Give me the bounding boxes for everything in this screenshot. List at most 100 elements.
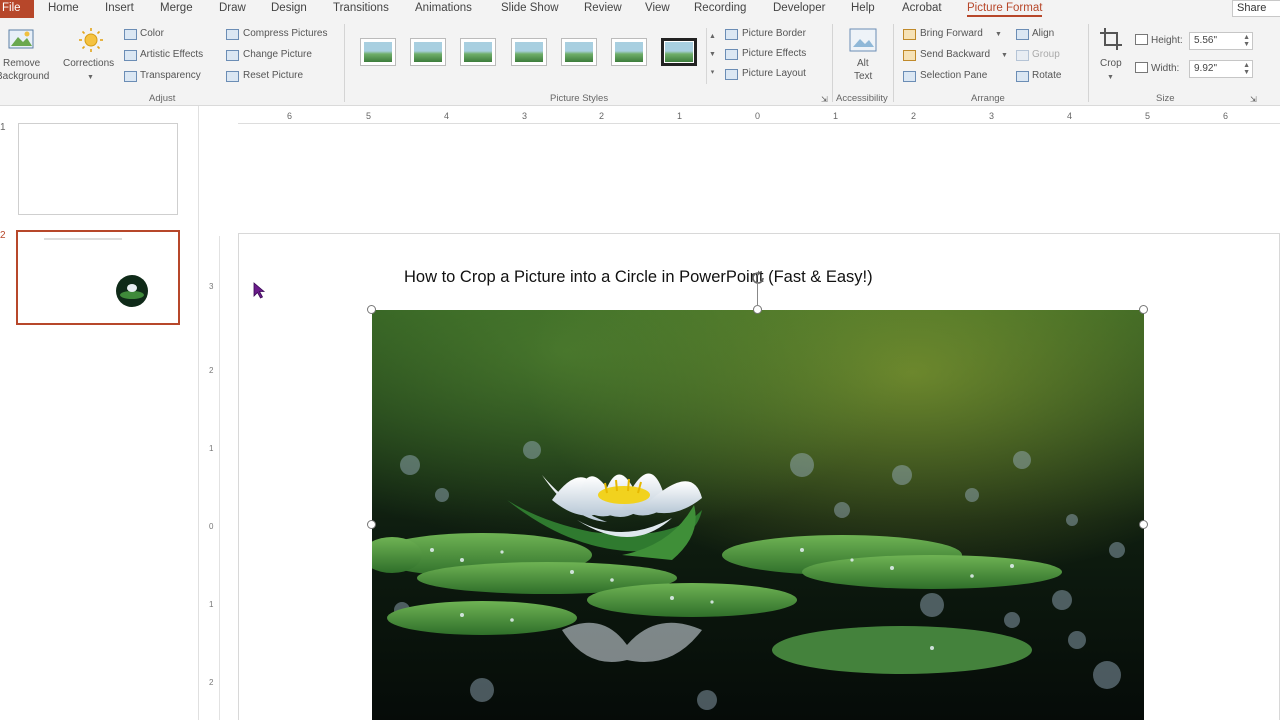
- crop-caret-icon[interactable]: ▼: [1107, 71, 1114, 84]
- crop-icon[interactable]: [1099, 27, 1123, 51]
- compress-pictures-button[interactable]: Compress Pictures: [243, 28, 327, 40]
- send-backward-icon[interactable]: [903, 50, 916, 61]
- compress-pictures-icon[interactable]: [226, 29, 239, 40]
- width-value[interactable]: 9.92": [1194, 63, 1217, 74]
- rotate-icon[interactable]: [1016, 71, 1029, 82]
- corrections-label[interactable]: Corrections: [63, 58, 114, 70]
- rotate-handle-icon[interactable]: [750, 270, 766, 286]
- picture-style-6[interactable]: [611, 38, 647, 66]
- picture-style-7[interactable]: [661, 38, 697, 66]
- tab-picture-format[interactable]: Picture Format: [967, 0, 1043, 18]
- change-picture-icon[interactable]: [226, 50, 239, 61]
- rotate-button[interactable]: Rotate: [1032, 70, 1061, 82]
- tab-review[interactable]: Review: [584, 0, 622, 18]
- tab-file[interactable]: File: [0, 0, 34, 18]
- height-field[interactable]: 5.56" ▲ ▼: [1189, 32, 1253, 50]
- share-button[interactable]: Share: [1232, 0, 1280, 17]
- change-picture-button[interactable]: Change Picture: [243, 49, 312, 61]
- picture-style-5[interactable]: [561, 38, 597, 66]
- resize-handle-top-left[interactable]: [367, 305, 376, 314]
- width-field[interactable]: 9.92" ▲ ▼: [1189, 60, 1253, 78]
- resize-handle-top-right[interactable]: [1139, 305, 1148, 314]
- height-value[interactable]: 5.56": [1194, 35, 1217, 46]
- tab-merge[interactable]: Merge: [160, 0, 193, 18]
- tab-recording[interactable]: Recording: [694, 0, 746, 18]
- crop-label[interactable]: Crop: [1100, 58, 1122, 70]
- resize-handle-right[interactable]: [1139, 520, 1148, 529]
- tab-transitions[interactable]: Transitions: [333, 0, 389, 18]
- tab-acrobat[interactable]: Acrobat: [902, 0, 942, 18]
- tab-developer[interactable]: Developer: [773, 0, 825, 18]
- slide-thumbnail-pane: 1 2: [0, 106, 199, 720]
- bring-forward-caret-icon[interactable]: ▼: [995, 28, 1002, 41]
- corrections-sun-icon[interactable]: [78, 27, 104, 53]
- resize-handle-top[interactable]: [753, 305, 762, 314]
- tab-design[interactable]: Design: [271, 0, 307, 18]
- tab-slide-show[interactable]: Slide Show: [501, 0, 559, 18]
- align-icon[interactable]: [1016, 29, 1029, 40]
- ruler-mark: 6: [1223, 111, 1229, 121]
- send-backward-button[interactable]: Send Backward: [920, 49, 990, 61]
- dialog-launcher-icon[interactable]: ⇲: [821, 94, 828, 106]
- bring-forward-button[interactable]: Bring Forward: [920, 28, 983, 40]
- group-separator: [832, 24, 833, 102]
- color-button[interactable]: Color: [140, 28, 164, 40]
- picture-border-button[interactable]: Picture Border: [742, 28, 806, 40]
- gallery-scroll-icon[interactable]: ▲ ▼ ▾: [706, 28, 718, 84]
- picture-border-icon[interactable]: [725, 29, 738, 40]
- mouse-cursor-icon: [253, 282, 266, 299]
- tab-draw[interactable]: Draw: [219, 0, 246, 18]
- tab-view[interactable]: View: [645, 0, 670, 18]
- group-button[interactable]: Group: [1032, 49, 1060, 61]
- alt-text-icon[interactable]: [848, 27, 878, 55]
- thumbnail-circle-picture: [116, 275, 148, 307]
- picture-effects-button[interactable]: Picture Effects: [742, 48, 806, 60]
- picture-layout-button[interactable]: Picture Layout: [742, 68, 806, 80]
- group-icon[interactable]: [1016, 50, 1029, 61]
- artistic-effects-button[interactable]: Artistic Effects: [140, 49, 203, 61]
- ruler-mark: 0: [755, 111, 761, 121]
- vertical-ruler: 3 2 1 0 1 2: [204, 236, 220, 720]
- transparency-icon[interactable]: [124, 71, 137, 82]
- artistic-effects-icon[interactable]: [124, 50, 137, 61]
- picture-style-1[interactable]: [360, 38, 396, 66]
- tab-help[interactable]: Help: [851, 0, 875, 18]
- reset-picture-icon[interactable]: [226, 71, 239, 82]
- group-separator: [344, 24, 345, 102]
- height-spinner-icon[interactable]: ▲ ▼: [1243, 34, 1250, 48]
- ruler-mark: 1: [677, 111, 683, 121]
- width-icon: [1135, 62, 1148, 73]
- size-dialog-launcher-icon[interactable]: ⇲: [1250, 94, 1257, 106]
- remove-background-label-1[interactable]: Remove: [3, 58, 40, 70]
- transparency-button[interactable]: Transparency: [140, 70, 201, 82]
- alt-text-label-2[interactable]: Text: [854, 71, 872, 83]
- tab-animations[interactable]: Animations: [415, 0, 472, 18]
- picture-layout-icon[interactable]: [725, 69, 738, 80]
- slide-thumbnail-1[interactable]: [18, 123, 178, 215]
- send-backward-caret-icon[interactable]: ▼: [1001, 49, 1008, 62]
- slide-title[interactable]: How to Crop a Picture into a Circle in P…: [404, 268, 873, 287]
- corrections-caret-icon[interactable]: ▼: [87, 71, 94, 84]
- picture-style-2[interactable]: [410, 38, 446, 66]
- align-button[interactable]: Align: [1032, 28, 1054, 40]
- water-lily-picture[interactable]: [372, 310, 1144, 720]
- selection-pane-button[interactable]: Selection Pane: [920, 70, 987, 82]
- picture-style-3[interactable]: [460, 38, 496, 66]
- tab-home[interactable]: Home: [48, 0, 79, 18]
- picture-style-4[interactable]: [511, 38, 547, 66]
- ruler-mark: 2: [209, 366, 214, 375]
- selection-pane-icon[interactable]: [903, 71, 916, 82]
- resize-handle-left[interactable]: [367, 520, 376, 529]
- picture-effects-icon[interactable]: [725, 49, 738, 60]
- bring-forward-icon[interactable]: [903, 29, 916, 40]
- group-separator: [893, 24, 894, 102]
- remove-background-label-2[interactable]: Background: [0, 71, 49, 83]
- tab-insert[interactable]: Insert: [105, 0, 134, 18]
- remove-background-icon[interactable]: [8, 27, 36, 51]
- slide-thumbnail-2[interactable]: [16, 230, 180, 325]
- size-group-label: Size: [1156, 93, 1175, 104]
- color-icon[interactable]: [124, 29, 137, 40]
- reset-picture-button[interactable]: Reset Picture: [243, 70, 303, 82]
- width-spinner-icon[interactable]: ▲ ▼: [1243, 62, 1250, 76]
- alt-text-label-1[interactable]: Alt: [857, 58, 869, 70]
